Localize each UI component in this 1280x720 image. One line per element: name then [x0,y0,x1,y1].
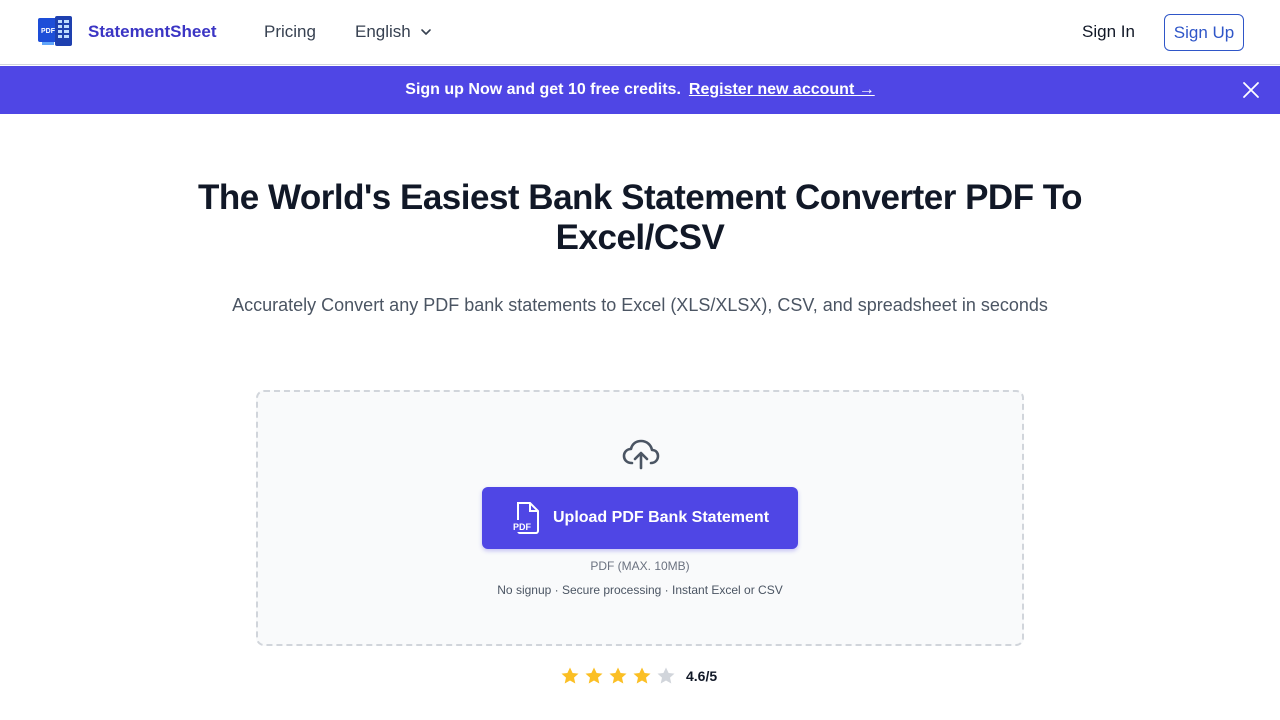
close-icon[interactable] [1242,81,1260,99]
brand-logo[interactable]: PDF StatementSheet [38,16,216,48]
page-subtitle: Accurately Convert any PDF bank statemen… [232,295,1048,315]
upload-button-label: Upload PDF Bank Statement [552,509,770,526]
nav-pricing-link[interactable]: Pricing [264,22,316,42]
pdf-file-icon: PDF [510,502,539,534]
register-link[interactable]: Register new account → [689,81,875,99]
file-size-limit: PDF (MAX. 10MB) [590,559,690,573]
rating-value: 4.6/5 [686,668,718,684]
feature-list: No signup · Secure processing · Instant … [497,583,783,597]
svg-text:PDF: PDF [41,28,56,35]
upload-pdf-button[interactable]: PDF Upload PDF Bank Statement [482,487,798,549]
upload-dropzone[interactable]: PDF Upload PDF Bank Statement PDF (MAX. … [256,390,1024,646]
star-rating [560,666,680,686]
site-header: PDF StatementSheet Pricing English Sign … [0,0,1280,65]
logo-icon: PDF [38,16,74,48]
sign-in-button[interactable]: Sign In [1082,22,1135,42]
star-icon [561,667,579,684]
language-label: English [355,22,411,41]
star-icon [633,667,651,684]
banner-message: Sign up Now and get 10 free credits. [405,81,681,98]
star-icon [609,667,627,684]
star-icon [585,667,603,684]
cloud-upload-icon [622,439,660,470]
sign-up-button[interactable]: Sign Up [1164,14,1244,51]
brand-name: StatementSheet [88,22,217,41]
language-selector[interactable]: English [355,22,433,42]
page-title: The World's Easiest Bank Statement Conve… [198,178,1082,257]
promo-banner: Sign up Now and get 10 free credits. Reg… [0,66,1280,114]
rating: 4.6/5 [560,666,717,686]
chevron-down-icon [420,29,431,35]
star-icon [657,667,675,684]
svg-text:PDF: PDF [513,522,532,532]
